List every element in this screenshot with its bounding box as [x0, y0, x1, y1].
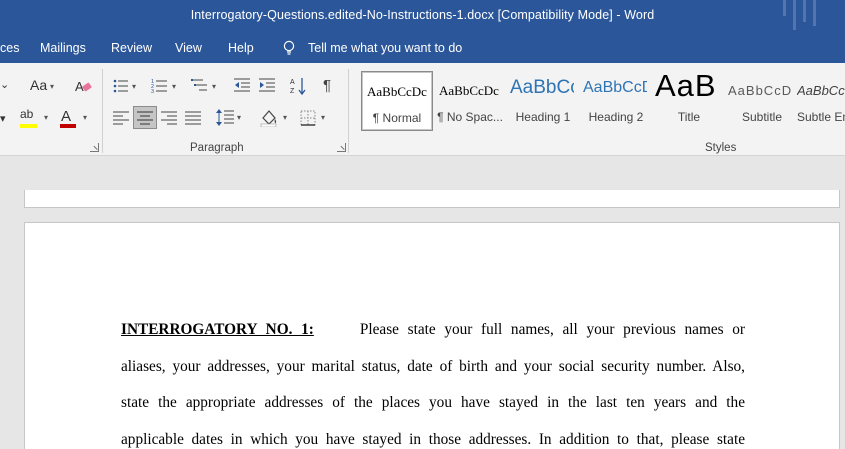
- shading-caret[interactable]: ▾: [283, 113, 287, 122]
- style-name: Subtitle: [741, 110, 783, 124]
- group-separator: [348, 69, 349, 153]
- paragraph-line-4: applicable dates in which you have staye…: [121, 431, 745, 448]
- ribbon-tabs: ces Mailings Review View Help Tell me wh…: [0, 33, 845, 63]
- borders-caret[interactable]: ▾: [321, 113, 325, 122]
- style-no-spacing[interactable]: AaBbCcDc ¶ No Spac...: [434, 71, 506, 131]
- style-title[interactable]: AaB Title: [653, 68, 725, 131]
- paragraph-dialog-launcher[interactable]: [337, 143, 346, 152]
- borders-icon[interactable]: [300, 110, 316, 126]
- sort-icon[interactable]: A Z: [290, 76, 308, 96]
- line-spacing-icon[interactable]: [216, 108, 234, 127]
- style-heading-2[interactable]: AaBbCcD Heading 2: [580, 71, 652, 131]
- numbering-caret[interactable]: ▾: [172, 82, 176, 91]
- change-case-caret[interactable]: ▾: [50, 82, 54, 91]
- justify-icon[interactable]: [185, 111, 201, 125]
- style-name: Title: [677, 110, 701, 124]
- style-sample: AaBbCcD: [583, 79, 647, 96]
- style-name: Heading 2: [588, 110, 644, 124]
- paragraph-group-label: Paragraph: [190, 142, 244, 154]
- style-heading-1[interactable]: AaBbCc Heading 1: [507, 71, 579, 131]
- numbering-icon[interactable]: 1 2 3: [151, 77, 168, 94]
- styles-group-label: Styles: [705, 142, 737, 154]
- title-bar: Interrogatory-Questions.edited-No-Instru…: [0, 0, 845, 33]
- style-name: Subtle Em...: [797, 110, 845, 124]
- font-color-button[interactable]: A: [61, 108, 71, 125]
- svg-text:Z: Z: [290, 88, 295, 95]
- multilevel-caret[interactable]: ▾: [212, 82, 216, 91]
- interrogatory-heading: INTERROGATORY NO. 1:: [121, 321, 314, 338]
- tab-references[interactable]: ces: [0, 41, 19, 55]
- clear-formatting-icon[interactable]: A: [74, 77, 92, 95]
- highlight-color-bar: [20, 124, 37, 128]
- lightbulb-icon[interactable]: [282, 40, 296, 56]
- align-center-icon: [137, 111, 153, 125]
- document-area[interactable]: INTERROGATORY NO. 1: Please state your fu…: [0, 156, 845, 449]
- style-sample: AaBbCcD: [728, 83, 792, 98]
- style-name: ¶ Normal: [372, 111, 422, 125]
- style-sample: AaBbCcDc: [367, 84, 427, 99]
- style-sample: AaBbCc: [510, 77, 574, 98]
- tab-view[interactable]: View: [175, 41, 202, 55]
- group-separator: [102, 69, 103, 153]
- highlight-icon: ab: [20, 107, 34, 121]
- style-normal[interactable]: AaBbCcDc ¶ Normal: [361, 71, 433, 131]
- line-spacing-caret[interactable]: ▾: [237, 113, 241, 122]
- highlight-button[interactable]: ab: [20, 107, 33, 121]
- paragraph-line-1: INTERROGATORY NO. 1: Please state your fu…: [121, 321, 745, 339]
- style-name: ¶ No Spac...: [437, 110, 503, 124]
- style-sample: AaB: [655, 68, 717, 103]
- align-right-icon[interactable]: [161, 111, 177, 125]
- bullets-caret[interactable]: ▾: [132, 82, 136, 91]
- font-color-caret[interactable]: ▾: [83, 113, 87, 122]
- window-title: Interrogatory-Questions.edited-No-Instru…: [190, 8, 655, 22]
- multilevel-list-icon[interactable]: [191, 77, 208, 94]
- font-size-caret[interactable]: ⌄: [0, 78, 9, 91]
- tab-help[interactable]: Help: [228, 41, 254, 55]
- style-sample: AaBbCcDc: [439, 83, 499, 98]
- tab-mailings[interactable]: Mailings: [40, 41, 86, 55]
- align-center-button[interactable]: [133, 106, 157, 129]
- increase-indent-icon[interactable]: [258, 77, 276, 94]
- bullets-icon[interactable]: [113, 78, 129, 94]
- ribbon: ⌄ Aa ▾ A ▾ ab ▾ A ▾ ▾ 1 2 3 ▾ ▾ A Z ¶ ▾ …: [0, 63, 845, 156]
- change-case-button[interactable]: Aa: [30, 77, 47, 93]
- font-caret-left[interactable]: ▾: [0, 112, 6, 125]
- highlight-caret[interactable]: ▾: [44, 113, 48, 122]
- styles-gallery: AaBbCcDc ¶ Normal AaBbCcDc ¶ No Spac... …: [359, 68, 845, 133]
- style-name: Heading 1: [515, 110, 571, 124]
- tab-review[interactable]: Review: [111, 41, 152, 55]
- style-subtitle[interactable]: AaBbCcD Subtitle: [726, 71, 798, 131]
- title-bar-decoration: [783, 0, 827, 30]
- paragraph-line-3: state the appropriate addresses of the p…: [121, 394, 745, 411]
- svg-text:3: 3: [151, 89, 154, 94]
- document-page[interactable]: INTERROGATORY NO. 1: Please state your fu…: [24, 222, 840, 449]
- line-text: Please state your full names, all your p…: [359, 321, 745, 338]
- shading-icon[interactable]: [260, 108, 278, 127]
- style-subtle-emphasis[interactable]: AaBbCcD Subtle Em...: [797, 71, 845, 131]
- style-sample: AaBbCcD: [797, 83, 845, 98]
- svg-text:A: A: [290, 79, 295, 86]
- tell-me-search[interactable]: Tell me what you want to do: [308, 41, 462, 55]
- align-left-icon[interactable]: [113, 111, 129, 125]
- previous-page-bottom: [24, 190, 840, 208]
- font-dialog-launcher[interactable]: [90, 143, 99, 152]
- paragraph-line-2: aliases, your addresses, your marital st…: [121, 358, 745, 375]
- show-formatting-marks-button[interactable]: ¶: [323, 77, 331, 94]
- font-color-bar: [60, 124, 76, 128]
- decrease-indent-icon[interactable]: [233, 77, 251, 94]
